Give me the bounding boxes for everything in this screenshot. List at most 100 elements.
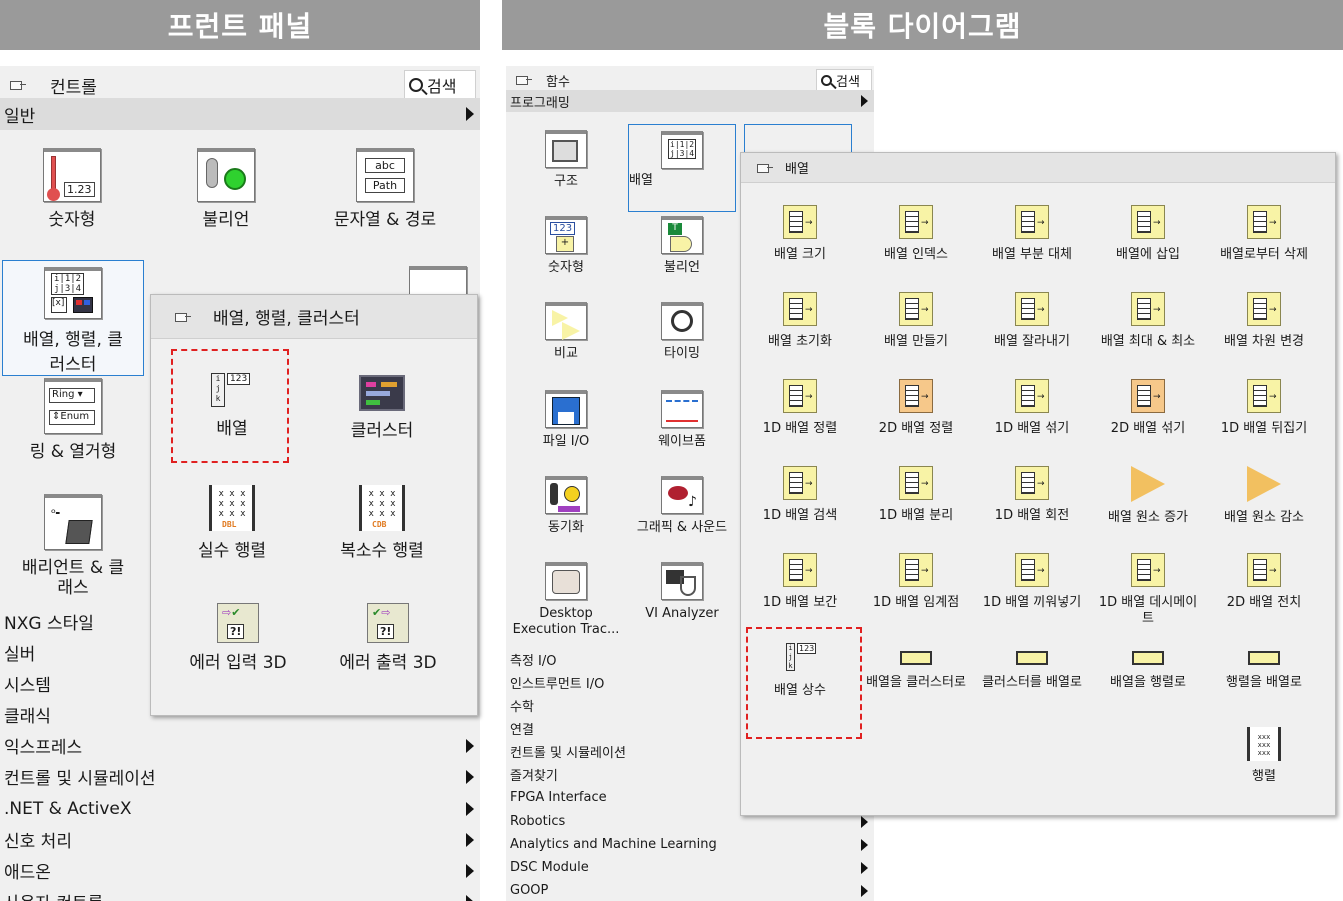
category-item[interactable]: 사용자 컨트롤 [0, 886, 480, 901]
array-function-label: 1D 배열 섞기 [994, 421, 1070, 436]
pin-icon[interactable] [755, 161, 773, 175]
palette-item-numeric[interactable]: 123 + 숫자형 [520, 216, 612, 276]
array-function-icon: → [1131, 205, 1165, 239]
category-programming[interactable]: 프로그래밍 [506, 90, 874, 112]
array-function-item[interactable]: → 배열 차원 변경 [1209, 292, 1319, 350]
palette-item-complex-matrix[interactable]: x x xx x xx x x CDB 복소수 행렬 [327, 485, 437, 561]
array-function-label: 배열 크기 [774, 247, 826, 262]
palette-item-synchronization[interactable]: 동기화 [520, 476, 612, 536]
category-item[interactable]: 신호 처리 [0, 824, 480, 855]
submenu-arrow-icon [861, 884, 868, 897]
palette-item-timing[interactable]: 타이밍 [636, 302, 728, 362]
palette-item-boolean[interactable]: T 불리언 [636, 216, 728, 276]
array-function-item[interactable]: 배열 원소 증가 [1093, 466, 1203, 526]
array-function-item[interactable]: → 배열 잘라내기 [977, 292, 1087, 350]
array-function-item[interactable]: → 배열에 삽입 [1093, 205, 1203, 263]
array-function-item[interactable]: xxx xxx xxx 행렬 [1209, 727, 1319, 785]
palette-item-variant-class[interactable]: ᵒ╸ 배리언트 & 클래스 [8, 494, 138, 599]
array-function-item[interactable]: → 배열 크기 [745, 205, 855, 263]
search-button[interactable]: 검색 [816, 69, 872, 91]
floppy-icon [545, 390, 587, 428]
palette-item-array-selected[interactable]: i|1|2 j|3|4 [x] 배열, 행렬, 클러스터 [2, 260, 144, 376]
array-function-item[interactable]: → 1D 배열 뒤집기 [1209, 379, 1319, 437]
category-item[interactable]: 컨트롤 및 시뮬레이션 [0, 761, 480, 792]
array-function-item[interactable]: → 배열 최대 & 최소 [1093, 292, 1203, 350]
array-function-item[interactable]: → 배열로부터 삭제 [1209, 205, 1319, 263]
numeric-icon: 123 + [545, 216, 587, 254]
array-function-label: 배열로부터 삭제 [1220, 247, 1308, 262]
palette-item-array-selected[interactable]: i|1|2 j|3|4 배열 [628, 124, 736, 212]
palette-item-label: 복소수 행렬 [340, 541, 424, 561]
array-function-item[interactable]: → 1D 배열 섞기 [977, 379, 1087, 437]
array-function-icon: → [1015, 553, 1049, 587]
ring-enum-icon: Ring ▾ ⇕Enum [44, 378, 102, 434]
synchronization-icon [545, 476, 587, 514]
array-function-icon: → [783, 379, 817, 413]
array-function-item[interactable]: → 1D 배열 보간 [745, 553, 855, 611]
array-function-item[interactable]: → 배열 부분 대체 [977, 205, 1087, 263]
array-function-icon: → [1247, 292, 1281, 326]
array-function-item[interactable]: → 1D 배열 데시메이트 [1093, 553, 1203, 626]
palette-item-real-matrix[interactable]: x x xx x xx x x DBL 실수 행렬 [177, 485, 287, 561]
category-item[interactable]: DSC Module [506, 856, 874, 879]
array-function-icon: → [1247, 379, 1281, 413]
palette-item-string-path[interactable]: abc Path 문자열 & 경로 [310, 148, 460, 230]
palette-item-error-out-3d[interactable]: ✔⇨ ?! 에러 출력 3D [323, 603, 453, 673]
category-item[interactable]: 익스프레스 [0, 730, 480, 761]
popup-title: 배열 [785, 162, 809, 177]
array-function-item[interactable]: 배열을 클러스터로 [861, 641, 971, 691]
palette-item-graphics-sound[interactable]: ♪ 그래픽 & 사운드 [636, 476, 728, 536]
waveform-icon [661, 390, 703, 428]
palette-item-vi-analyzer[interactable]: VI Analyzer [632, 562, 732, 622]
palette-item-ring-enum[interactable]: Ring ▾ ⇕Enum 링 & 열거형 [8, 378, 138, 462]
array-function-item[interactable]: 배열을 행렬로 [1093, 641, 1203, 691]
array-function-item[interactable]: → 1D 배열 분리 [861, 466, 971, 524]
category-item[interactable]: GOOP [506, 879, 874, 901]
submenu-arrow-icon [466, 894, 474, 901]
array-function-item[interactable]: → 배열 인덱스 [861, 205, 971, 263]
palette-item-waveform[interactable]: 웨이브폼 [636, 390, 728, 450]
conversion-icon [900, 651, 932, 665]
palette-item-comparison[interactable]: 비교 [520, 302, 612, 362]
array-function-item[interactable]: → 배열 초기화 [745, 292, 855, 350]
palette-item-file-io[interactable]: 파일 I/O [520, 390, 612, 450]
palette-item-error-in-3d[interactable]: ⇨✔ ?! 에러 입력 3D [173, 603, 303, 673]
array-function-item[interactable]: → 2D 배열 섞기 [1093, 379, 1203, 437]
array-function-label: 1D 배열 회전 [994, 508, 1070, 523]
array-function-icon: → [899, 205, 933, 239]
category-item[interactable]: Analytics and Machine Learning [506, 833, 874, 856]
pin-icon[interactable] [514, 73, 532, 87]
array-function-label: 2D 배열 전치 [1226, 595, 1302, 610]
palette-item-numeric[interactable]: 1.23 숫자형 [12, 148, 132, 230]
array-function-item[interactable]: → 1D 배열 회전 [977, 466, 1087, 524]
palette-item-boolean[interactable]: 불리언 [166, 148, 286, 230]
array-function-item[interactable]: 배열 원소 감소 [1209, 466, 1319, 526]
palette-item-cluster[interactable]: 클러스터 [327, 375, 437, 441]
array-function-item[interactable]: → 1D 배열 검색 [745, 466, 855, 524]
array-function-label: 행렬을 배열로 [1226, 675, 1302, 690]
category-item[interactable]: 애드온 [0, 855, 480, 886]
submenu-arrow-icon [861, 815, 868, 828]
array-function-item[interactable]: → 1D 배열 끼워넣기 [977, 553, 1087, 611]
array-function-item[interactable]: → 1D 배열 정렬 [745, 379, 855, 437]
array-function-item[interactable]: → 2D 배열 정렬 [861, 379, 971, 437]
array-function-item[interactable]: → 배열 만들기 [861, 292, 971, 350]
search-button[interactable]: 검색 [404, 70, 476, 100]
palette-item-label: 불리언 [664, 260, 700, 275]
category-item[interactable]: .NET & ActiveX [0, 793, 480, 824]
array-function-item[interactable]: 클러스터를 배열로 [977, 641, 1087, 691]
pin-icon[interactable] [173, 310, 191, 324]
palette-item-label: 배열, 행렬, 클러스터 [23, 330, 123, 375]
palette-item-structures[interactable]: 구조 [520, 130, 612, 190]
array-function-icon: → [1247, 553, 1281, 587]
array-function-item[interactable]: → 1D 배열 임계점 [861, 553, 971, 611]
palette-item-desktop-execution-trace[interactable]: Desktop Execution Trac... [510, 562, 622, 637]
submenu-arrow-icon [466, 863, 474, 878]
array-function-item[interactable]: 행렬을 배열로 [1209, 641, 1319, 691]
array-function-label: 1D 배열 정렬 [762, 421, 838, 436]
array-function-label: 1D 배열 보간 [762, 595, 838, 610]
category-general[interactable]: 일반 [0, 98, 480, 130]
array-function-item[interactable]: → 2D 배열 전치 [1209, 553, 1319, 611]
submenu-arrow-icon [466, 832, 474, 847]
pin-icon[interactable] [8, 78, 26, 92]
